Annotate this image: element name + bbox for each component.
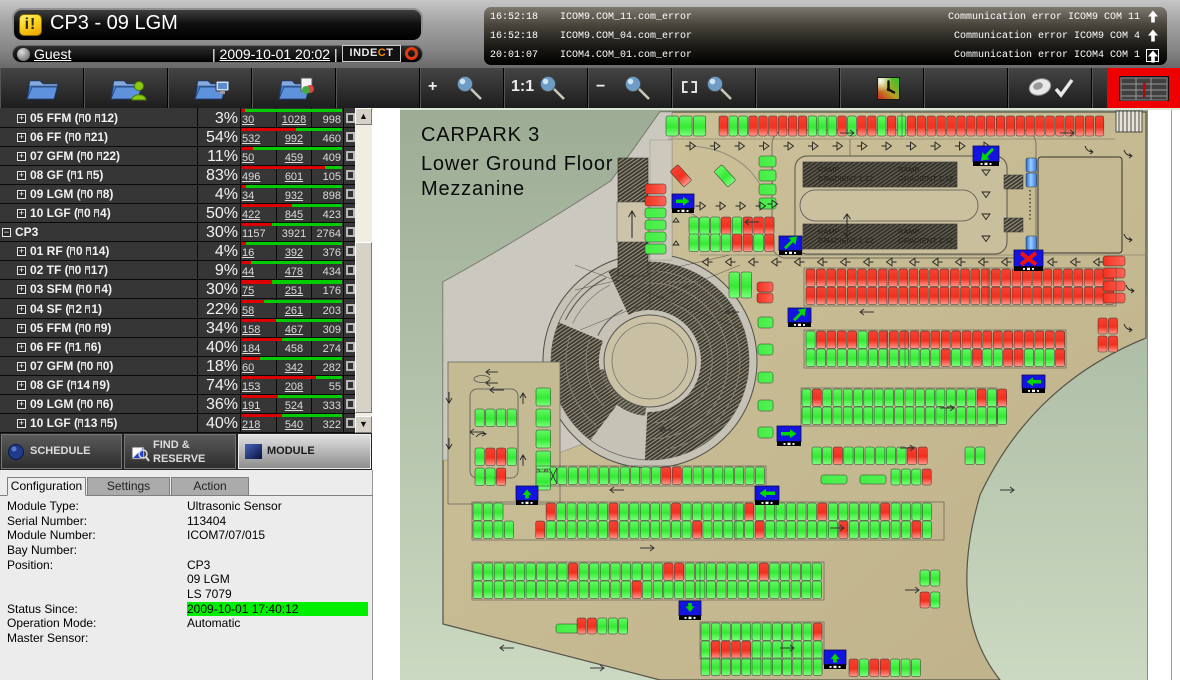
svg-text:GRADIENT 1:12: GRADIENT 1:12 [818, 236, 873, 245]
svg-text:GRADIENT 1:12: GRADIENT 1:12 [898, 236, 953, 245]
svg-text:!: ! [1141, 80, 1148, 101]
svg-text:GRADIENT 1:12: GRADIENT 1:12 [898, 174, 953, 183]
svg-text:RAMP: RAMP [818, 227, 840, 236]
svg-text:Mezzanine: Mezzanine [421, 178, 525, 200]
svg-text:GRADIENT 1:12: GRADIENT 1:12 [818, 174, 873, 183]
svg-text:CARPARK 3: CARPARK 3 [421, 124, 540, 146]
svg-text:RAMP: RAMP [898, 227, 920, 236]
svg-text:RAMP: RAMP [898, 165, 920, 174]
svg-text:Lower Ground Floor: Lower Ground Floor [421, 153, 613, 175]
svg-text:RAMP: RAMP [818, 165, 840, 174]
